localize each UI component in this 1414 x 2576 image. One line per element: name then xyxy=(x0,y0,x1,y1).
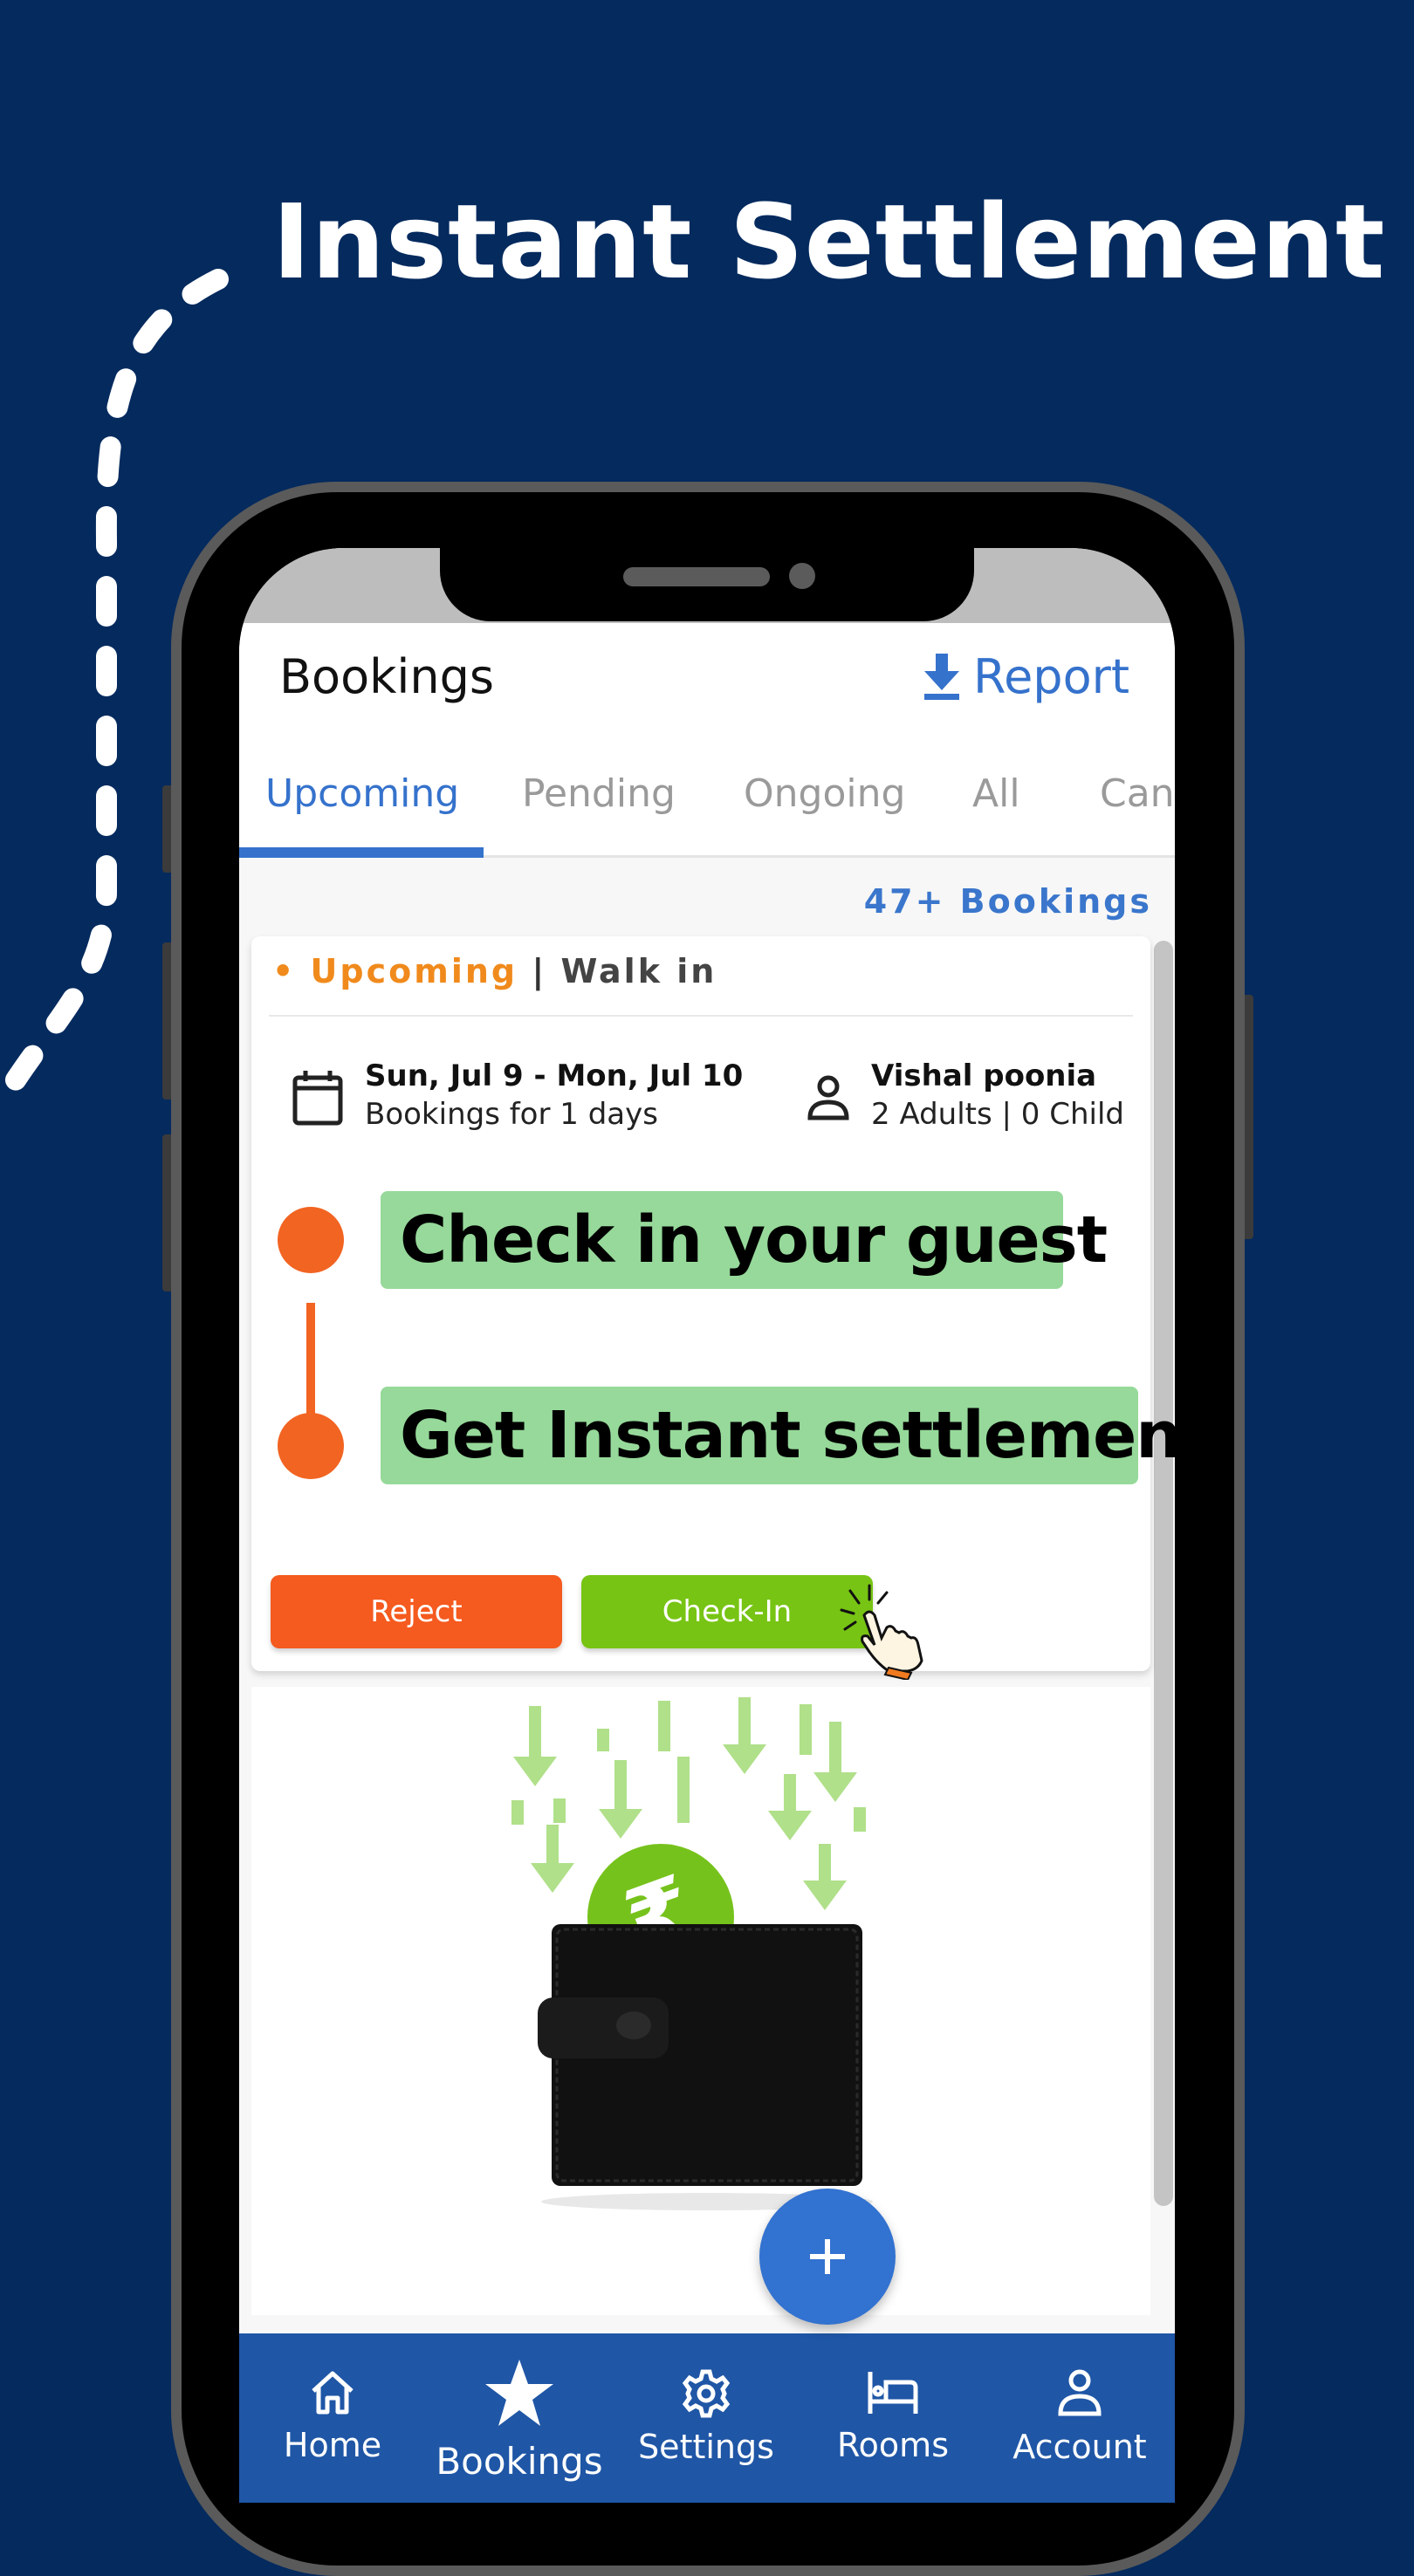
step-2-marker xyxy=(278,1413,344,1479)
nav-home[interactable]: Home xyxy=(239,2333,426,2503)
booking-duration: Bookings for 1 days xyxy=(365,1097,658,1132)
booking-card[interactable]: • Upcoming | Walk in Sun, Jul 9 - Mon, J… xyxy=(251,936,1175,1680)
tab-pending[interactable]: Pending xyxy=(522,771,676,816)
status-text: Upcoming xyxy=(310,952,518,990)
active-tab-indicator xyxy=(239,847,484,858)
bookings-count: 47+ Bookings xyxy=(863,882,1152,921)
bed-icon xyxy=(868,2372,918,2414)
booking-type: Walk in xyxy=(560,952,717,990)
nav-account[interactable]: Account xyxy=(986,2333,1173,2503)
speaker-grill xyxy=(623,567,770,586)
page-title: Bookings xyxy=(279,649,495,704)
nav-bookings[interactable]: Bookings xyxy=(426,2333,613,2503)
tab-cancelled[interactable]: Canc xyxy=(1100,771,1175,816)
tab-ongoing[interactable]: Ongoing xyxy=(744,771,905,816)
report-button[interactable]: Report xyxy=(923,649,1129,704)
step-connector xyxy=(306,1303,315,1425)
wallet-icon xyxy=(538,1924,873,2210)
booking-dates: Sun, Jul 9 - Mon, Jul 10 Bookings for 1 … xyxy=(292,1058,743,1132)
nav-settings[interactable]: Settings xyxy=(613,2333,800,2503)
date-range: Sun, Jul 9 - Mon, Jul 10 xyxy=(365,1058,744,1093)
reject-button[interactable]: Reject xyxy=(271,1575,562,1648)
headline: Instant Settlement xyxy=(272,182,1386,302)
status-dot: • xyxy=(272,952,297,990)
phone-screen: Bookings Report Upcoming Pending Ongoing… xyxy=(239,548,1175,2503)
add-booking-fab[interactable] xyxy=(759,2189,896,2325)
booking-tabs: Upcoming Pending Ongoing All Canc xyxy=(239,754,1175,858)
scrollbar[interactable] xyxy=(1154,941,1173,2206)
home-icon xyxy=(312,2371,354,2415)
status-separator: | xyxy=(532,952,547,990)
nav-rooms-label: Rooms xyxy=(836,2426,949,2464)
report-label: Report xyxy=(972,649,1129,704)
guest-name: Vishal poonia xyxy=(871,1058,1097,1093)
checkin-button[interactable]: Check-In xyxy=(581,1575,873,1648)
card-divider xyxy=(269,1015,1133,1017)
tab-upcoming[interactable]: Upcoming xyxy=(265,771,459,816)
nav-rooms[interactable]: Rooms xyxy=(800,2333,986,2503)
guest-count: 2 Adults | 0 Child xyxy=(871,1097,1124,1132)
bottom-navigation: Home Bookings Settings Rooms Account xyxy=(239,2333,1175,2503)
guest-info: Vishal poonia 2 Adults | 0 Child xyxy=(807,1058,1124,1132)
download-icon xyxy=(923,653,959,700)
gear-icon xyxy=(682,2369,731,2418)
calendar-icon xyxy=(292,1071,343,1126)
settlement-illustration: ₹ xyxy=(251,1687,1150,2315)
booking-status: • Upcoming | Walk in xyxy=(272,952,717,990)
tab-all[interactable]: All xyxy=(972,771,1020,816)
step-1-label: Check in your guest xyxy=(381,1191,1108,1289)
step-2-label: Get Instant settlement xyxy=(381,1387,1175,1484)
nav-account-label: Account xyxy=(1012,2428,1147,2466)
front-camera xyxy=(789,563,815,589)
bookings-list: 47+ Bookings • Upcoming | Walk in Sun, J… xyxy=(239,858,1175,2333)
nav-settings-label: Settings xyxy=(638,2428,774,2466)
plus-icon xyxy=(810,2239,845,2274)
tap-hand-icon xyxy=(840,1584,923,1680)
step-1-marker xyxy=(278,1207,344,1273)
nav-home-label: Home xyxy=(283,2426,382,2464)
app-bar: Bookings Report xyxy=(239,623,1175,754)
star-icon xyxy=(485,2360,553,2426)
phone-notch xyxy=(440,548,974,621)
person-icon xyxy=(1058,2369,1102,2416)
steps-overlay: Check in your guest Get Instant settleme… xyxy=(251,1172,1175,1538)
person-icon xyxy=(807,1075,849,1120)
money-arrows-graphic: ₹ xyxy=(511,1697,873,2210)
nav-bookings-label: Bookings xyxy=(436,2440,603,2483)
